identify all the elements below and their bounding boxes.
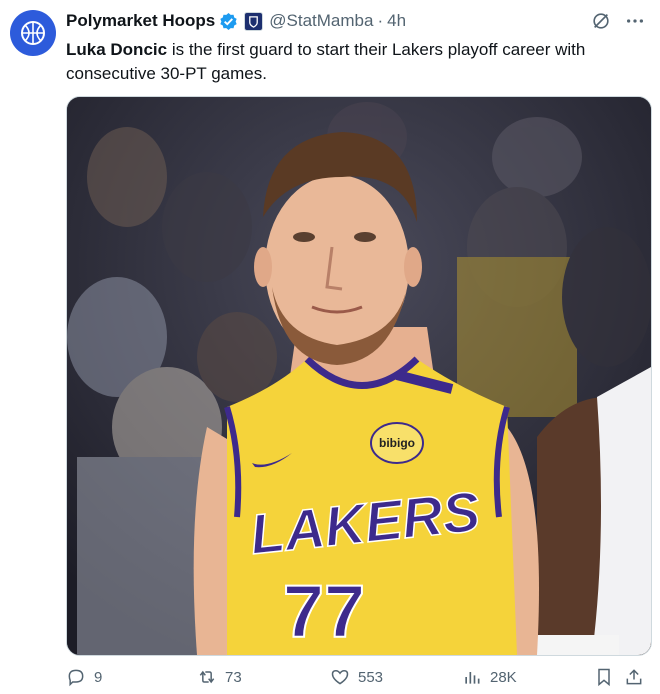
repost-icon xyxy=(199,670,215,684)
author-handle[interactable]: @StatMamba xyxy=(269,11,373,31)
tweet-image[interactable]: bibigo LAKERS 77 xyxy=(66,96,652,656)
sponsor-patch-text: bibigo xyxy=(379,436,415,450)
jersey-number: 77 xyxy=(283,570,365,653)
verified-badge-icon[interactable] xyxy=(219,12,238,31)
views-button[interactable]: 28K xyxy=(462,664,517,690)
tweet-text: Luka Doncic is the first guard to start … xyxy=(66,38,646,86)
bookmark-icon xyxy=(598,668,610,687)
heart-icon xyxy=(331,669,349,685)
repost-count: 73 xyxy=(225,668,242,686)
more-options-icon[interactable] xyxy=(624,10,646,32)
tweet[interactable]: Polymarket Hoops @StatMamba · 4h Luka Do… xyxy=(0,0,660,694)
bookmark-button[interactable] xyxy=(594,664,622,690)
reply-count: 9 xyxy=(94,668,103,686)
tweet-actions: 9 73 553 28K xyxy=(66,664,650,690)
grok-icon[interactable] xyxy=(590,10,612,32)
like-button[interactable]: 553 xyxy=(330,664,383,690)
repost-button[interactable]: 73 xyxy=(197,664,242,690)
reply-icon xyxy=(68,669,84,687)
basketball-logo-icon xyxy=(21,21,45,45)
tweet-top-actions xyxy=(590,10,646,32)
reply-button[interactable]: 9 xyxy=(66,664,102,690)
views-chart-icon xyxy=(465,672,480,684)
tweet-text-bold: Luka Doncic xyxy=(66,40,168,59)
avatar[interactable] xyxy=(10,10,56,56)
timestamp[interactable]: 4h xyxy=(387,11,406,31)
author-name[interactable]: Polymarket Hoops xyxy=(66,11,215,31)
separator-dot: · xyxy=(377,11,384,30)
share-button[interactable] xyxy=(624,664,652,690)
views-count: 28K xyxy=(490,668,517,686)
share-icon xyxy=(626,669,642,685)
player-photo: bibigo LAKERS 77 xyxy=(67,97,651,655)
tweet-header: Polymarket Hoops @StatMamba · 4h xyxy=(66,10,406,32)
like-count: 553 xyxy=(358,668,384,686)
affiliate-badge-icon[interactable] xyxy=(244,11,264,31)
